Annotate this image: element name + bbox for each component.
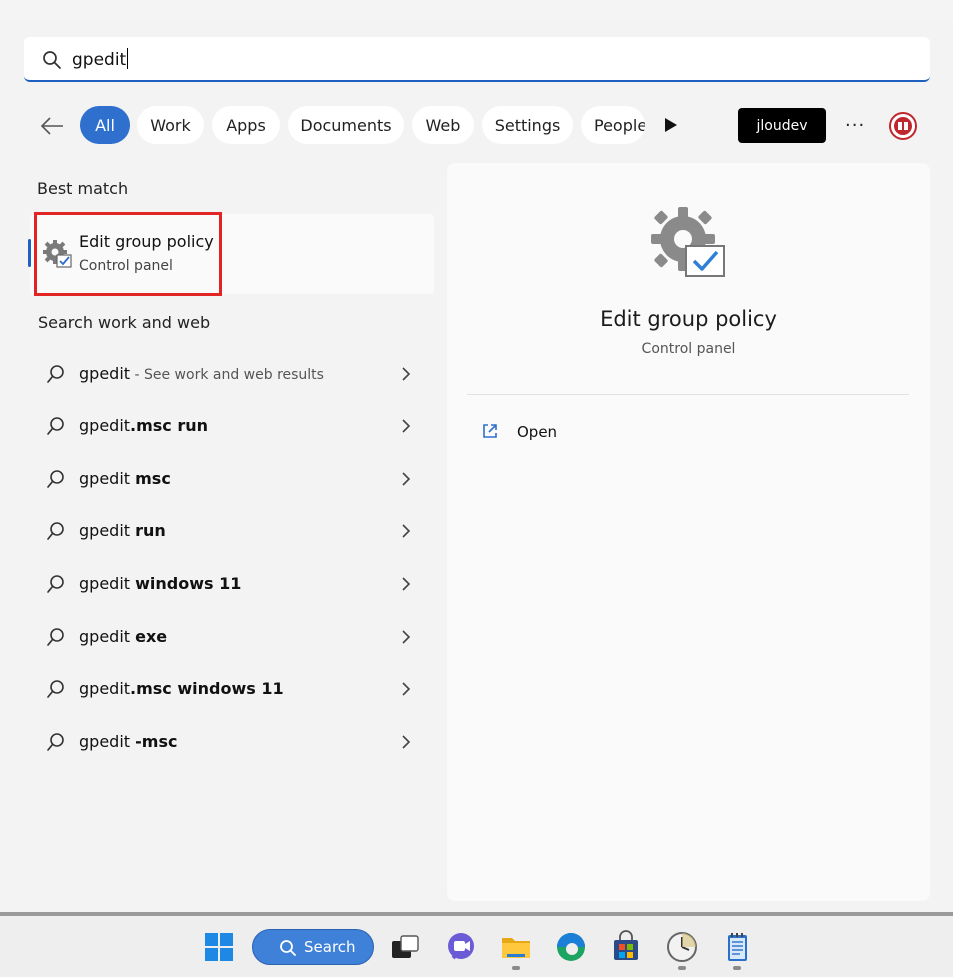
web-result-label: gpedit -msc (79, 732, 178, 751)
back-arrow-icon[interactable] (38, 112, 66, 140)
store-icon[interactable] (609, 930, 643, 964)
user-account-chip[interactable]: jloudev (738, 108, 826, 143)
search-icon (47, 680, 64, 698)
filter-chip-documents[interactable]: Documents (288, 106, 404, 144)
chevron-right-icon[interactable] (400, 734, 412, 750)
windows-start-icon[interactable] (202, 930, 236, 964)
web-result-label: gpedit msc (79, 469, 171, 488)
filter-chip-apps[interactable]: Apps (212, 106, 280, 144)
search-icon (47, 365, 64, 383)
web-result-item[interactable]: gpedit.msc windows 11 (22, 667, 432, 711)
chevron-right-icon[interactable] (400, 576, 412, 592)
search-icon (47, 575, 64, 593)
top-strip (0, 0, 953, 22)
web-result-item[interactable]: gpedit -msc (22, 720, 432, 764)
taskbar: Search (0, 916, 953, 977)
web-result-label: gpedit windows 11 (79, 574, 242, 593)
divider (467, 394, 909, 395)
web-result-label: gpedit.msc windows 11 (79, 679, 284, 698)
search-input[interactable]: gpedit (72, 48, 129, 70)
running-indicator (678, 966, 686, 970)
web-result-item[interactable]: gpedit exe (22, 615, 432, 659)
web-result-label: gpedit.msc run (79, 416, 209, 435)
web-result-label: gpedit exe (79, 627, 168, 646)
web-result-item[interactable]: gpedit windows 11 (22, 562, 432, 606)
search-icon (47, 522, 64, 540)
chevron-right-icon[interactable] (400, 523, 412, 539)
web-result-item[interactable]: gpedit msc (22, 457, 432, 501)
chevron-right-icon[interactable] (400, 681, 412, 697)
detail-subtitle: Control panel (641, 341, 736, 357)
web-result-item[interactable]: gpedit.msc run (22, 404, 432, 448)
chat-icon[interactable] (444, 930, 478, 964)
running-indicator (733, 966, 741, 970)
file-explorer-icon[interactable] (499, 930, 533, 964)
chevron-right-icon[interactable] (400, 366, 412, 382)
avatar-icon[interactable] (889, 112, 917, 140)
filter-chip-web[interactable]: Web (412, 106, 474, 144)
filter-chip-people[interactable]: People (581, 106, 645, 144)
clock-icon[interactable] (665, 930, 699, 964)
search-web-heading: Search work and web (38, 313, 211, 332)
chevron-right-icon[interactable] (400, 629, 412, 645)
gear-checkbox-icon (651, 207, 725, 277)
scroll-right-icon[interactable] (664, 117, 678, 133)
filter-chip-work[interactable]: Work (137, 106, 204, 144)
chevron-right-icon[interactable] (400, 418, 412, 434)
edge-icon[interactable] (554, 930, 588, 964)
filter-row: All Work Apps Documents Web Settings Peo… (0, 106, 953, 146)
web-result-label: gpedit run (79, 521, 166, 540)
web-result-label: gpedit - See work and web results (79, 364, 324, 383)
highlight-annotation (34, 212, 222, 296)
open-action[interactable]: Open (481, 421, 621, 447)
task-view-icon[interactable] (388, 930, 422, 964)
selection-indicator (28, 239, 31, 267)
running-indicator (512, 966, 520, 970)
search-icon (43, 51, 61, 69)
search-icon (47, 470, 64, 488)
more-options-icon[interactable]: ··· (845, 115, 865, 136)
best-match-heading: Best match (37, 179, 129, 198)
filter-chip-all[interactable]: All (80, 106, 130, 144)
taskbar-search-label: Search (304, 938, 356, 956)
search-icon (47, 417, 64, 435)
chevron-right-icon[interactable] (400, 471, 412, 487)
filter-chip-settings[interactable]: Settings (482, 106, 573, 144)
detail-title: Edit group policy (600, 307, 777, 331)
detail-pane: Edit group policy Control panel Open (447, 163, 930, 901)
search-icon (47, 733, 64, 751)
taskbar-search-button[interactable]: Search (252, 929, 374, 965)
open-external-icon (483, 424, 497, 438)
search-box[interactable]: gpedit (24, 37, 930, 82)
notepad-icon[interactable] (720, 930, 754, 964)
search-icon (47, 628, 64, 646)
web-result-item[interactable]: gpedit run (22, 509, 432, 553)
results-pane: Best match Edit group policy Control pan… (22, 160, 442, 900)
web-result-item[interactable]: gpedit - See work and web results (22, 352, 432, 396)
text-caret (127, 48, 129, 69)
search-icon (280, 940, 296, 956)
open-label: Open (517, 423, 558, 441)
